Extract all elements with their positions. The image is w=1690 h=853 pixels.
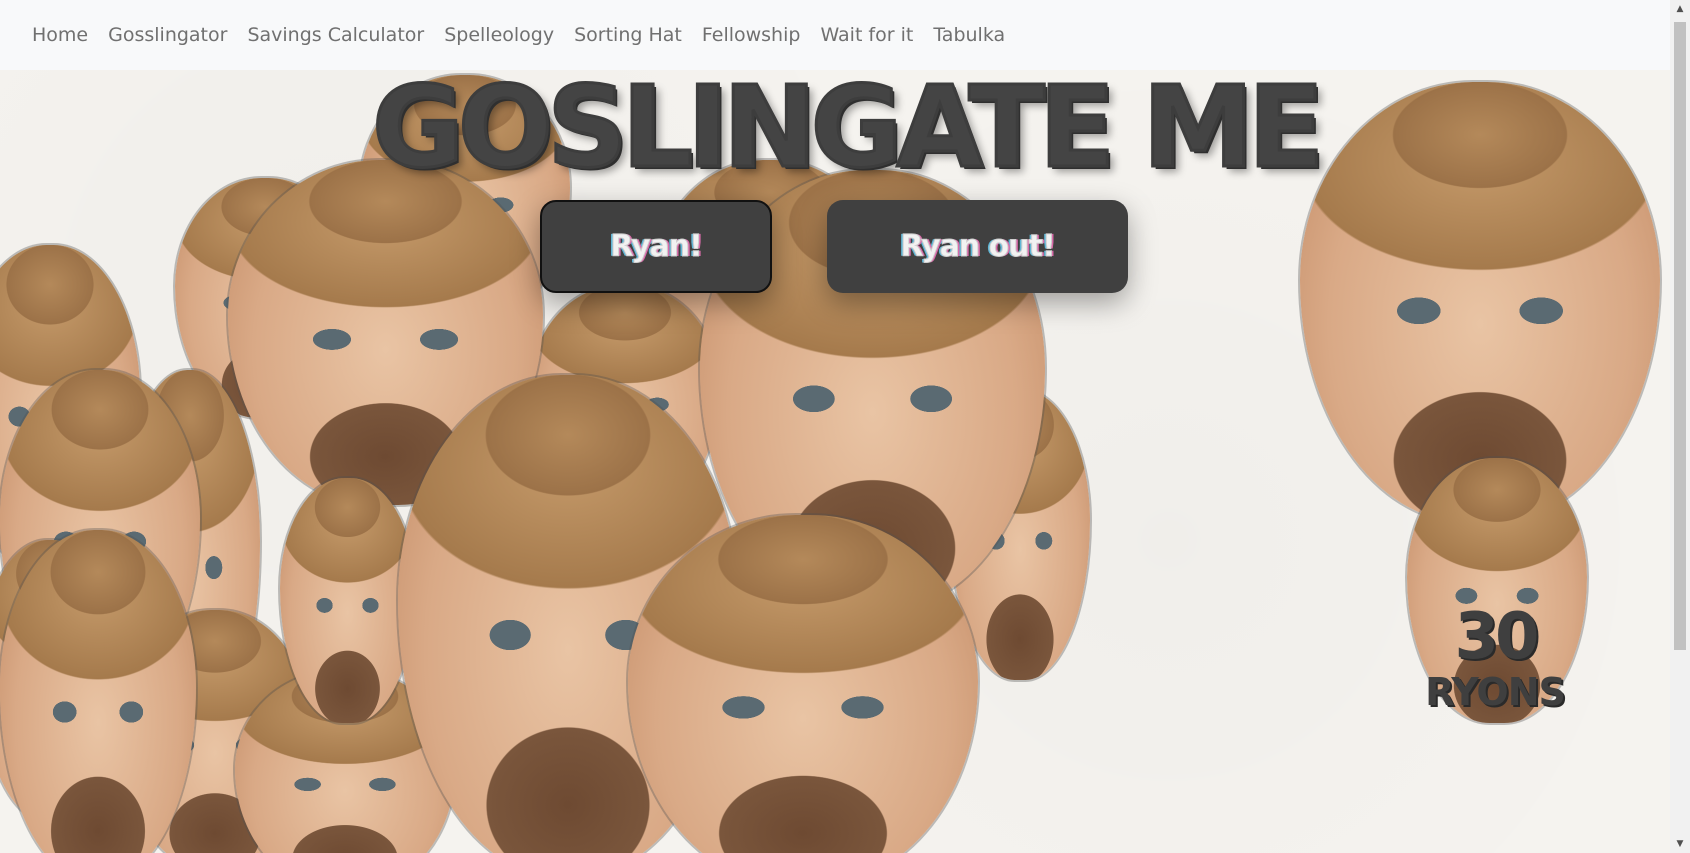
scroll-up-icon[interactable]: ▲ — [1670, 0, 1690, 18]
ryan-face-image — [0, 530, 196, 853]
ryan-count-value: 30 — [1454, 600, 1539, 674]
nav-gosslingator-link[interactable]: Gosslingator — [98, 24, 237, 46]
nav-home-link[interactable]: Home — [22, 24, 98, 46]
ryan-face-image — [280, 478, 415, 723]
nav-wait-for-it-link[interactable]: Wait for it — [810, 24, 923, 46]
ryan-out-button[interactable]: Ryan out! — [827, 200, 1128, 293]
top-navbar: Home Gosslingator Savings Calculator Spe… — [0, 0, 1670, 70]
ryan-face-image — [628, 515, 978, 853]
nav-spelleology-link[interactable]: Spelleology — [434, 24, 564, 46]
ryan-face-image — [1300, 82, 1660, 522]
page-title: GOSLINGATE ME — [370, 63, 1325, 193]
nav-tabulka-link[interactable]: Tabulka — [923, 24, 1015, 46]
nav-sorting-hat-link[interactable]: Sorting Hat — [564, 24, 692, 46]
ryan-count-label: RYONS — [1425, 670, 1566, 714]
ryan-button[interactable]: Ryan! — [540, 200, 772, 293]
ryan-counter: 30 RYONS — [1410, 605, 1580, 711]
nav-savings-calculator-link[interactable]: Savings Calculator — [237, 24, 434, 46]
scroll-thumb[interactable] — [1674, 22, 1686, 650]
vertical-scrollbar[interactable]: ▲ ▼ — [1670, 0, 1690, 853]
nav-fellowship-link[interactable]: Fellowship — [692, 24, 811, 46]
scroll-down-icon[interactable]: ▼ — [1670, 835, 1690, 853]
